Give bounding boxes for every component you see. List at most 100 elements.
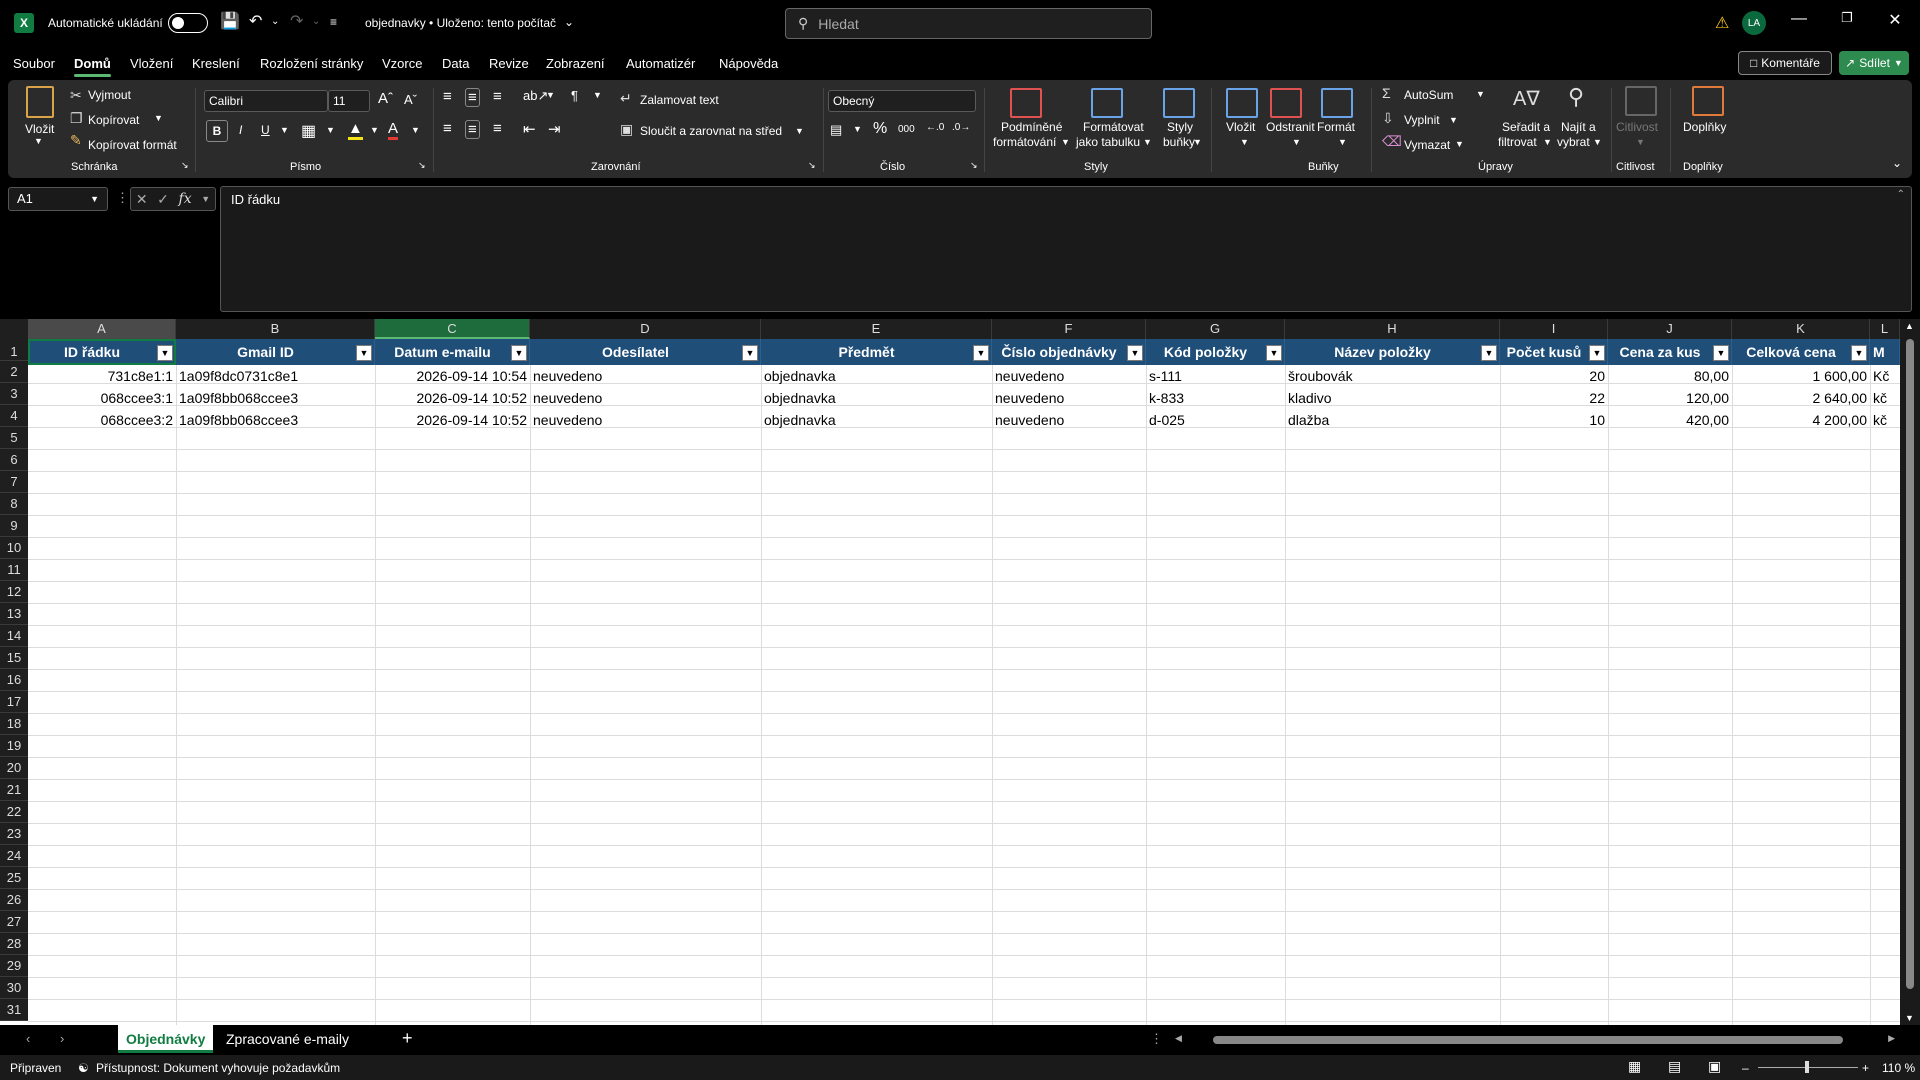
table-header-cell[interactable]: Gmail ID <box>176 339 375 365</box>
accessibility-status[interactable]: Přístupnost: Dokument vyhovuje požadavků… <box>96 1061 340 1075</box>
insert-cells-icon[interactable] <box>1226 88 1258 118</box>
table-cell[interactable]: neuvedeno <box>992 387 1146 409</box>
table-header-cell[interactable]: Název položky <box>1285 339 1500 365</box>
table-cell[interactable]: Kč <box>1870 365 1900 387</box>
menu-rozlozeni-stranky[interactable]: Rozložení stránky <box>260 56 363 71</box>
format-painter-button[interactable]: Kopírovat formát <box>88 138 177 152</box>
merge-chevron-icon[interactable]: ▼ <box>795 126 804 136</box>
redo-icon[interactable]: ↷ <box>290 12 303 32</box>
tab-zpracovane-emaily[interactable]: Zpracované e-maily <box>218 1025 357 1053</box>
find-chevron-icon[interactable]: ▼ <box>1593 137 1602 147</box>
autosum-button[interactable]: AutoSum <box>1404 88 1453 102</box>
autosave-toggle[interactable] <box>168 13 208 33</box>
conditional-formatting-label2[interactable]: formátování <box>993 135 1056 149</box>
scroll-up-icon[interactable]: ▲ <box>1905 321 1914 331</box>
addins-button[interactable]: Doplňky <box>1683 120 1726 134</box>
bold-icon[interactable]: B <box>206 120 228 142</box>
text-direction-chevron-icon[interactable]: ▼ <box>593 90 602 100</box>
row-header[interactable]: 13 <box>0 603 28 625</box>
redo-dropdown-icon[interactable]: ⌄ <box>312 12 320 32</box>
tab-objednavky[interactable]: Objednávky <box>118 1025 214 1053</box>
table-header-cell[interactable]: Celková cena <box>1732 339 1870 365</box>
row-header[interactable]: 26 <box>0 889 28 911</box>
table-cell[interactable]: neuvedeno <box>992 365 1146 387</box>
delete-chevron-icon[interactable]: ▼ <box>1292 137 1301 147</box>
table-header-cell[interactable]: Kód položky <box>1146 339 1285 365</box>
prev-sheet-icon[interactable]: ‹ <box>26 1031 30 1046</box>
format-as-table-label1[interactable]: Formátovat <box>1083 120 1144 134</box>
row-header[interactable]: 22 <box>0 801 28 823</box>
decrease-indent-icon[interactable]: ⇤ <box>523 120 536 138</box>
row-header[interactable]: 17 <box>0 691 28 713</box>
title-chevron-down-icon[interactable]: ⌄ <box>564 12 574 32</box>
menu-kresleni[interactable]: Kreslení <box>192 56 240 71</box>
table-header-cell[interactable]: M <box>1870 339 1900 365</box>
table-cell[interactable]: neuvedeno <box>530 387 761 409</box>
filter-dropdown-icon[interactable]: ▼ <box>1713 345 1729 361</box>
add-sheet-icon[interactable]: + <box>402 1028 413 1049</box>
clear-button[interactable]: Vymazat <box>1404 138 1450 152</box>
column-header-f[interactable]: F <box>992 319 1146 339</box>
thousands-separator-icon[interactable]: 000 <box>898 124 915 135</box>
clear-chevron-icon[interactable]: ▼ <box>1455 139 1464 149</box>
select-all-corner[interactable] <box>0 319 28 339</box>
align-middle-icon[interactable]: ≡ <box>465 88 480 107</box>
row-header[interactable]: 16 <box>0 669 28 691</box>
zoom-slider-thumb[interactable] <box>1805 1061 1809 1073</box>
table-cell[interactable]: 22 <box>1500 387 1608 409</box>
table-cell[interactable]: 731c8e1:1 <box>28 365 176 387</box>
row-header[interactable]: 28 <box>0 933 28 955</box>
table-header-cell[interactable]: Číslo objednávky <box>992 339 1146 365</box>
row-header[interactable]: 23 <box>0 823 28 845</box>
cancel-formula-icon[interactable]: ✕ <box>136 191 148 208</box>
paste-icon[interactable] <box>26 86 54 118</box>
column-header-l[interactable]: L <box>1870 319 1900 339</box>
minimize-icon[interactable]: — <box>1784 10 1814 28</box>
row-header[interactable]: 18 <box>0 713 28 735</box>
orientation-icon[interactable]: ab↗ <box>523 88 548 104</box>
row-header[interactable]: 2 <box>0 361 28 383</box>
sensitivity-chevron-icon[interactable]: ▼ <box>1636 137 1645 147</box>
row-header[interactable]: 21 <box>0 779 28 801</box>
row-header[interactable]: 19 <box>0 735 28 757</box>
table-cell[interactable]: kč <box>1870 387 1900 409</box>
font-name-select[interactable]: Calibri <box>204 90 328 112</box>
find-select-label1[interactable]: Najít a <box>1561 120 1596 134</box>
sort-filter-icon[interactable]: A∇ <box>1513 86 1540 111</box>
row-header[interactable]: 3 <box>0 383 28 405</box>
formula-collapse-icon[interactable]: ⌃ <box>1897 189 1905 200</box>
table-cell[interactable]: objednavka <box>761 365 992 387</box>
row-header[interactable]: 8 <box>0 493 28 515</box>
number-launcher-icon[interactable]: ↘ <box>970 160 978 171</box>
customize-toolbar-icon[interactable]: ≡ <box>330 12 337 32</box>
format-as-table-label2[interactable]: jako tabulku <box>1076 135 1140 149</box>
table-header-cell[interactable]: Odesílatel <box>530 339 761 365</box>
increase-indent-icon[interactable]: ⇥ <box>548 120 561 138</box>
page-break-icon[interactable]: ▣ <box>1708 1058 1721 1075</box>
underline-chevron-icon[interactable]: ▼ <box>280 125 289 135</box>
format-table-chevron-icon[interactable]: ▼ <box>1143 137 1152 147</box>
column-header-b[interactable]: B <box>176 319 375 339</box>
tab-split-handle-icon[interactable]: ⋮ <box>1150 1031 1163 1047</box>
column-header-d[interactable]: D <box>530 319 761 339</box>
font-color-icon[interactable]: A <box>388 120 399 140</box>
avatar[interactable]: LA <box>1742 11 1766 35</box>
table-cell[interactable]: 10 <box>1500 409 1608 431</box>
row-header[interactable]: 14 <box>0 625 28 647</box>
conditional-formatting-label1[interactable]: Podmíněné <box>1001 120 1062 134</box>
filter-dropdown-icon[interactable]: ▼ <box>1481 345 1497 361</box>
table-cell[interactable]: 20 <box>1500 365 1608 387</box>
column-header-j[interactable]: J <box>1608 319 1732 339</box>
formula-bar-more-icon[interactable]: ⋮ <box>116 190 129 206</box>
font-size-select[interactable]: 11 <box>328 90 370 112</box>
undo-dropdown-icon[interactable]: ⌄ <box>271 12 279 32</box>
column-header-c[interactable]: C <box>375 319 530 339</box>
table-cell[interactable]: 80,00 <box>1608 365 1732 387</box>
horizontal-scroll-thumb[interactable] <box>1213 1036 1843 1044</box>
worksheet-grid[interactable]: A B C D E F G H I J K L 1 2 3 4 5 6 7 8 9 10 11 12 13 14 15 16 17 18 1… <box>0 319 1920 1025</box>
accounting-chevron-icon[interactable]: ▼ <box>853 124 862 134</box>
comments-button[interactable]: □ Komentáře <box>1738 51 1832 75</box>
zoom-out-icon[interactable]: – <box>1742 1061 1749 1075</box>
search-input[interactable]: ⚲ Hledat <box>785 8 1152 39</box>
align-left-icon[interactable]: ≡ <box>443 120 452 137</box>
